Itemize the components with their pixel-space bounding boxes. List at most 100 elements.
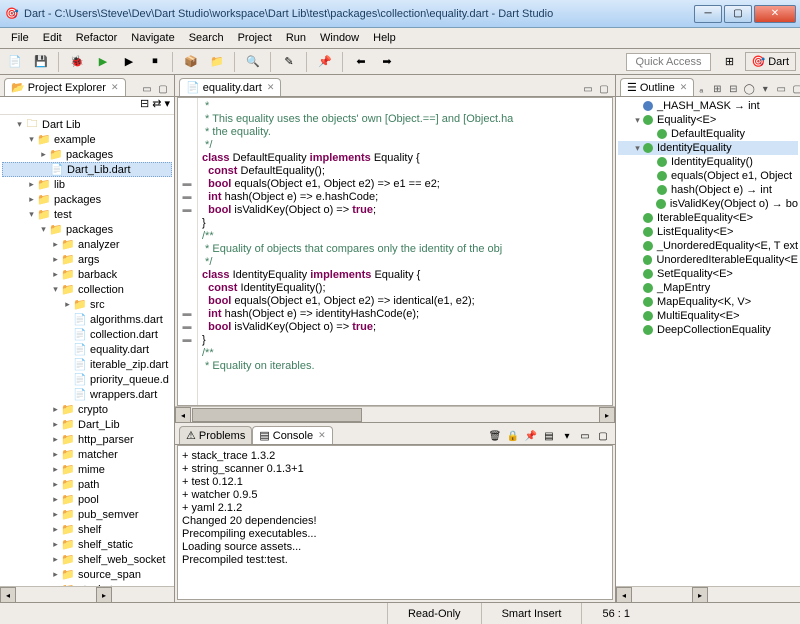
tree-folder[interactable]: ▸📁matcher (2, 447, 172, 462)
tree-folder[interactable]: ▸📁pub_semver (2, 507, 172, 522)
tree-folder[interactable]: ▾📁packages (2, 222, 172, 237)
close-icon[interactable]: ✕ (267, 82, 275, 93)
outline-item[interactable]: ▾ Equality<E> (618, 113, 798, 127)
tree-folder[interactable]: ▸📁http_parser (2, 432, 172, 447)
outline-item[interactable]: MapEquality<K, V> (618, 295, 798, 309)
save-button[interactable]: 💾 (30, 51, 52, 73)
close-button[interactable]: ✕ (754, 5, 796, 23)
outline-item[interactable]: ListEquality<E> (618, 225, 798, 239)
close-icon[interactable]: ✕ (318, 430, 326, 441)
close-icon[interactable]: ✕ (111, 82, 119, 93)
toggle-mark-button[interactable]: ✎ (278, 51, 300, 73)
outline-hscroll[interactable]: ◂ ▸ (616, 586, 800, 602)
run-ext-button[interactable]: ▶ (118, 51, 140, 73)
tree-folder[interactable]: ▸📁barback (2, 267, 172, 282)
tree-folder[interactable]: ▸📁analyzer (2, 237, 172, 252)
project-explorer-tab[interactable]: 📂 Project Explorer ✕ (4, 78, 126, 96)
menu-run[interactable]: Run (279, 30, 313, 46)
minimize-view-icon[interactable]: ▭ (581, 82, 595, 96)
outline-item[interactable]: ▾ IdentityEquality (618, 141, 798, 155)
search-button[interactable]: 🔍 (242, 51, 264, 73)
menu-project[interactable]: Project (231, 30, 279, 46)
menu-edit[interactable]: Edit (36, 30, 69, 46)
new-folder-button[interactable]: 📁 (206, 51, 228, 73)
outline-item[interactable]: DefaultEquality (618, 127, 798, 141)
minimize-view-icon[interactable]: ▭ (577, 428, 593, 444)
code-editor[interactable]: ▬▬▬▬▬▬ * * This equality uses the object… (177, 97, 613, 406)
minimize-view-icon[interactable]: ▭ (774, 82, 788, 96)
outline-item[interactable]: IterableEquality<E> (618, 211, 798, 225)
tree-folder[interactable]: ▾🗀Dart Lib (2, 117, 172, 132)
tree-folder[interactable]: ▸📁mime (2, 462, 172, 477)
tree-folder[interactable]: ▸📁source_span (2, 567, 172, 582)
tree-folder[interactable]: ▸📁shelf_web_socket (2, 552, 172, 567)
outline-item[interactable]: hash(Object e) → int (618, 183, 798, 197)
editor-tab-equality[interactable]: 📄 equality.dart ✕ (179, 78, 281, 96)
tree-folder[interactable]: ▸📁packages (2, 147, 172, 162)
tree-file[interactable]: 📄equality.dart (2, 342, 172, 357)
tree-folder[interactable]: ▾📁collection (2, 282, 172, 297)
outline-item[interactable]: IdentityEquality() (618, 155, 798, 169)
minimize-button[interactable]: ─ (694, 5, 722, 23)
tree-folder[interactable]: ▾📁test (2, 207, 172, 222)
link-editor-icon[interactable]: ⇄ (152, 97, 161, 114)
open-perspective-button[interactable]: ⊞ (719, 51, 741, 73)
new-button[interactable]: 📄 (4, 51, 26, 73)
outline-item[interactable]: _MapEntry (618, 281, 798, 295)
problems-tab[interactable]: ⚠ Problems (179, 426, 252, 444)
tree-folder[interactable]: ▸📁shelf (2, 522, 172, 537)
maximize-view-icon[interactable]: ▢ (595, 428, 611, 444)
outline-item[interactable]: UnorderedIterableEquality<E (618, 253, 798, 267)
tree-folder[interactable]: ▸📁pool (2, 492, 172, 507)
minimize-view-icon[interactable]: ▭ (140, 82, 154, 96)
tree-file[interactable]: 📄Dart_Lib.dart (2, 162, 172, 177)
console-tab[interactable]: ▤ Console ✕ (252, 426, 332, 444)
lock-scroll-icon[interactable]: 🔒 (505, 428, 521, 444)
tree-file[interactable]: 📄algorithms.dart (2, 312, 172, 327)
display-selected-icon[interactable]: ▤ (541, 428, 557, 444)
outline-item[interactable]: _UnorderedEquality<E, T ext (618, 239, 798, 253)
hide-nonpublic-icon[interactable]: ◯ (742, 82, 756, 96)
tree-folder[interactable]: ▸📁src (2, 297, 172, 312)
perspective-dart[interactable]: 🎯 Dart (745, 52, 796, 71)
debug-button[interactable]: 🐞 (66, 51, 88, 73)
tree-file[interactable]: 📄iterable_zip.dart (2, 357, 172, 372)
maximize-button[interactable]: ▢ (724, 5, 752, 23)
hide-static-icon[interactable]: ⊟ (726, 82, 740, 96)
maximize-view-icon[interactable]: ▢ (597, 82, 611, 96)
stop-button[interactable]: ⏹ (144, 51, 166, 73)
view-menu-icon[interactable]: ▾ (164, 97, 170, 114)
maximize-view-icon[interactable]: ▢ (156, 82, 170, 96)
menu-help[interactable]: Help (366, 30, 403, 46)
menu-window[interactable]: Window (313, 30, 366, 46)
outline-item[interactable]: SetEquality<E> (618, 267, 798, 281)
tree-folder[interactable]: ▸📁lib (2, 177, 172, 192)
console-output[interactable]: + stack_trace 1.3.2+ string_scanner 0.1.… (177, 445, 613, 600)
menu-file[interactable]: File (4, 30, 36, 46)
outline-item[interactable]: isValidKey(Object o) → bo (618, 197, 798, 211)
editor-hscroll[interactable]: ◂ ▸ (175, 406, 615, 422)
hide-fields-icon[interactable]: ⊞ (710, 82, 724, 96)
view-menu-icon[interactable]: ▾ (758, 82, 772, 96)
clear-console-icon[interactable]: 🗑 (487, 428, 503, 444)
menu-search[interactable]: Search (182, 30, 231, 46)
pin-console-icon[interactable]: 📌 (523, 428, 539, 444)
tree-folder[interactable]: ▸📁crypto (2, 402, 172, 417)
tree-file[interactable]: 📄collection.dart (2, 327, 172, 342)
project-tree[interactable]: ▾🗀Dart Lib▾📁example▸📁packages 📄Dart_Lib.… (0, 115, 174, 586)
run-button[interactable]: ▶ (92, 51, 114, 73)
tree-file[interactable]: 📄wrappers.dart (2, 387, 172, 402)
tree-folder[interactable]: ▸📁args (2, 252, 172, 267)
outline-item[interactable]: equals(Object e1, Object (618, 169, 798, 183)
maximize-view-icon[interactable]: ▢ (790, 82, 800, 96)
outline-item[interactable]: _HASH_MASK → int (618, 99, 798, 113)
outline-tab[interactable]: ☰ Outline ✕ (620, 78, 694, 96)
project-explorer-hscroll[interactable]: ◂ ▸ (0, 586, 174, 602)
collapse-all-icon[interactable]: ⊟ (140, 97, 149, 114)
new-package-button[interactable]: 📦 (180, 51, 202, 73)
open-console-icon[interactable]: ▾ (559, 428, 575, 444)
menu-refactor[interactable]: Refactor (69, 30, 125, 46)
tree-folder[interactable]: ▸📁packages (2, 192, 172, 207)
quick-access-field[interactable]: Quick Access (626, 53, 710, 71)
close-icon[interactable]: ✕ (680, 82, 688, 93)
